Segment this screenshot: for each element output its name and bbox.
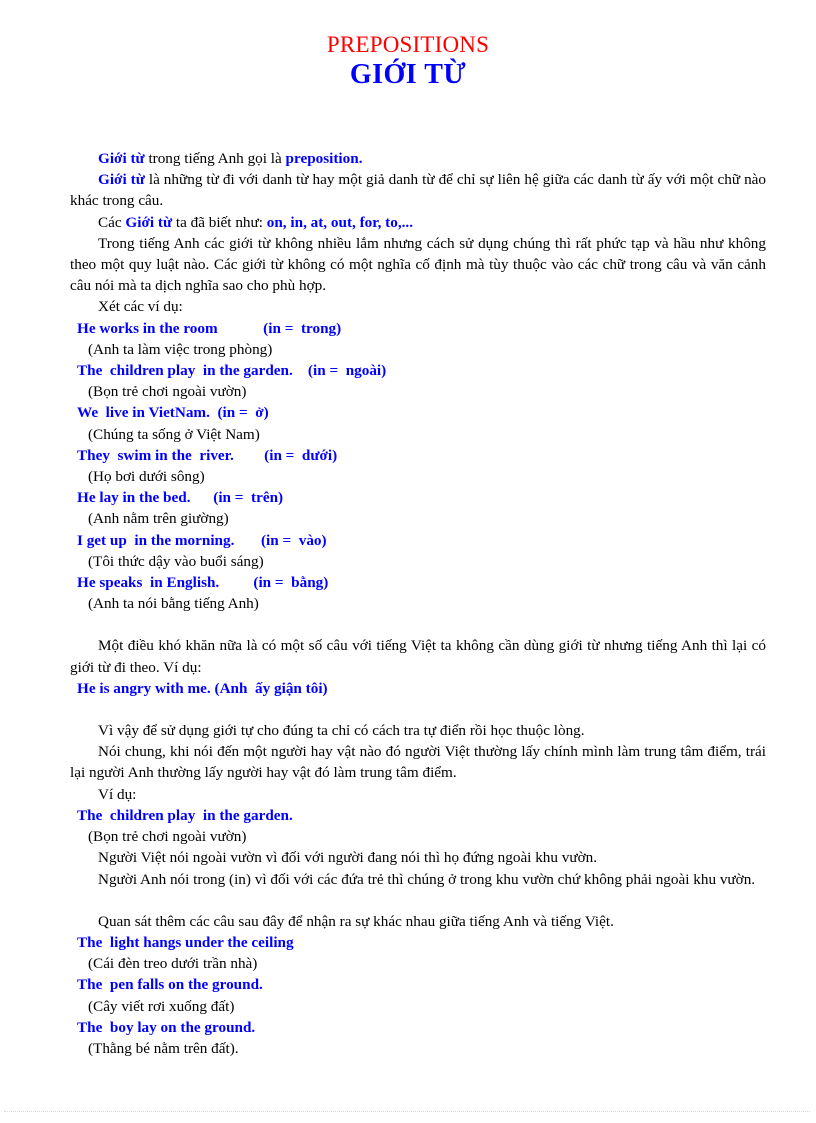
observe-example-translation: (Cái đèn treo dưới trần nhà) [88, 955, 258, 973]
observe-example-english: The pen falls on the ground. [77, 976, 263, 994]
intro-paragraph-4: Trong tiếng Anh các giới từ không nhiều … [70, 234, 766, 295]
observe-example-translation: (Thằng bé nằm trên đất). [88, 1039, 239, 1057]
observe-paragraph: Quan sát thêm các câu sau đây để nhận ra… [98, 912, 614, 930]
advice-paragraph-1: Vì vậy để sử dụng giới tự cho đúng ta ch… [98, 722, 585, 740]
example-english: He speaks in English. (in = bằng) [77, 574, 329, 592]
advice-paragraph-2: Nói chung, khi nói đến một người hay vật… [70, 743, 766, 782]
example-english: He lay in the bed. (in = trên) [77, 489, 284, 507]
title-block: PREPOSITIONS GIỚI TỪ [0, 0, 816, 92]
page-title-vietnamese: GIỚI TỪ [349, 59, 467, 90]
example-english: He works in the room (in = trong) [77, 319, 342, 337]
angry-section-paragraph: Một điều khó khăn nữa là có một số câu v… [70, 637, 766, 676]
intro-line-2-text: là những từ đi với danh từ hay một giả d… [70, 171, 766, 210]
preposition-list: on, in, at, out, for, to,... [266, 213, 414, 231]
example-translation: (Anh nằm trên giường) [88, 510, 229, 528]
term-gioi-tu-3: Giới từ [125, 213, 173, 231]
document-page: PREPOSITIONS GIỚI TỪ Giới từ trong tiếng… [0, 0, 816, 1123]
intro-line-3-text: ta đã biết như: [172, 213, 267, 231]
observe-example-translation: (Cây viết rơi xuống đất) [88, 997, 235, 1015]
example-english: I get up in the morning. (in = vào) [77, 531, 327, 549]
observe-example-english: The light hangs under the ceiling [77, 933, 294, 951]
observe-example-english: The boy lay on the ground. [77, 1018, 256, 1036]
example-translation: (Anh ta làm việc trong phòng) [88, 340, 273, 358]
advice-example-english: The children play in the garden. [77, 806, 293, 824]
example-english: They swim in the river. (in = dưới) [77, 446, 338, 464]
example-translation: (Tôi thức dậy vào buổi sáng) [88, 552, 264, 570]
intro-line-3: Các Giới từ ta đã biết như: on, in, at, … [70, 212, 766, 233]
advice-example-label: Ví dụ: [98, 785, 137, 803]
advice-note-2: Người Anh nói trong (in) vì đối với các … [98, 870, 756, 888]
page-title-english: PREPOSITIONS [326, 32, 490, 57]
angry-section-example: He is angry with me. (Anh ấy giận tôi) [77, 679, 328, 697]
footer-divider [4, 1111, 810, 1112]
example-english: We live in VietNam. (in = ở) [77, 404, 269, 422]
example-translation: (Chúng ta sống ở Việt Nam) [88, 425, 260, 443]
term-gioi-tu-2: Giới từ [98, 171, 145, 189]
example-translation: (Anh ta nói bằng tiếng Anh) [88, 595, 259, 613]
intro-line-1-text: trong tiếng Anh gọi là [144, 150, 286, 167]
example-translation: (Bọn trẻ chơi ngoài vườn) [88, 383, 247, 401]
advice-example-translation: (Bọn trẻ chơi ngoài vườn) [88, 828, 247, 846]
term-gioi-tu-1: Giới từ [98, 150, 145, 167]
example-translation: (Họ bơi dưới sông) [88, 468, 205, 486]
examples-label: Xét các ví dụ: [98, 298, 183, 316]
example-english: The children play in the garden. (in = n… [77, 362, 387, 380]
document-body: Giới từ trong tiếng Anh gọi là prepositi… [70, 148, 766, 1059]
intro-line-2: Giới từ là những từ đi với danh từ hay m… [70, 169, 766, 211]
intro-line-3-prefix: Các [98, 213, 126, 231]
advice-note-1: Người Việt nói ngoài vườn vì đối với ngư… [98, 849, 598, 867]
term-preposition: preposition. [285, 150, 363, 167]
intro-line-1: Giới từ trong tiếng Anh gọi là prepositi… [70, 148, 766, 169]
